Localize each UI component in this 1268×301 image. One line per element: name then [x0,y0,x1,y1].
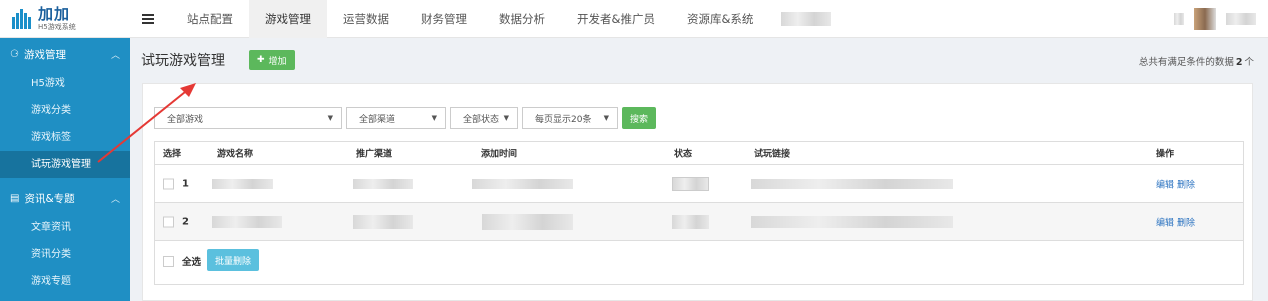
header-status: 状态 [674,149,693,160]
top-nav: 站点配置 游戏管理 运营数据 财务管理 数据分析 开发者&推广员 资源库&系统 [171,0,832,38]
status-select[interactable]: 全部状态 ▼ [450,107,518,129]
sidebar-item-game-topics[interactable]: 游戏专题 [0,268,130,295]
row-actions: 编辑 删除 [1156,215,1198,228]
sidebar-item-h5-games[interactable]: H5游戏 [0,70,130,97]
channel-select-value: 全部渠道 [359,114,396,125]
header-added-time: 添加时间 [481,149,518,160]
user-area [1174,8,1256,30]
gamepad-icon: ⚆ [10,48,19,60]
channel-redacted [353,178,413,189]
filter-bar: 全部游戏 ▼ 全部渠道 ▼ 全部状态 ▼ 每页显示20条 ▼ 搜索 [154,107,657,129]
row-checkbox[interactable] [163,178,174,189]
caret-down-icon: ▼ [327,114,333,122]
edit-link[interactable]: 编辑 [1156,218,1174,228]
table-row: 1 编辑 删除 [155,165,1243,203]
document-icon: ▤ [10,192,20,204]
sidebar-group-label: 游戏管理 [23,48,66,61]
select-all-checkbox[interactable] [163,256,174,267]
result-count-suffix: 个 [1244,57,1254,68]
sidebar-group-label: 资讯&专题 [24,192,75,205]
result-count-value: 2 [1235,57,1243,68]
row-actions: 编辑 删除 [1156,177,1198,190]
sidebar-item-trial-games[interactable]: 试玩游戏管理 [0,151,130,178]
plus-icon: ✚ [257,55,265,65]
result-count-prefix: 总共有满足条件的数据 [1138,57,1234,68]
username-redacted[interactable] [1226,13,1256,25]
trial-link-redacted[interactable] [751,215,953,228]
status-redacted[interactable] [672,214,709,229]
logo-title: 加加 [38,4,71,23]
row-index: 1 [182,178,189,189]
nav-item-resources-system[interactable]: 资源库&系统 [671,0,769,38]
row-index: 2 [182,216,189,227]
table-row: 2 编辑 删除 [155,203,1243,241]
header-actions: 操作 [1156,149,1175,160]
status-redacted[interactable] [672,176,709,191]
trial-link-redacted[interactable] [751,178,953,189]
row-checkbox[interactable] [163,216,174,227]
game-select[interactable]: 全部游戏 ▼ [154,107,342,129]
time-redacted [472,178,573,189]
game-name-redacted [212,215,282,228]
menu-toggle-icon[interactable] [142,13,154,24]
caret-down-icon: ▼ [431,114,437,122]
logo-icon [12,8,32,29]
nav-item-finance[interactable]: 财务管理 [405,0,483,38]
bulk-delete-button[interactable]: 批量删除 [207,249,260,271]
caret-down-icon: ▼ [603,114,609,122]
channel-select[interactable]: 全部渠道 ▼ [346,107,446,129]
sidebar-item-game-category[interactable]: 游戏分类 [0,97,130,124]
sidebar-group-game-management[interactable]: ⚆ 游戏管理 ︿ [0,38,130,70]
trial-games-table: 选择 游戏名称 推广渠道 添加时间 状态 试玩链接 操作 1 编辑 删除 2 编… [154,141,1244,285]
select-all-label[interactable]: 全选 [182,254,201,268]
main-content: 试玩游戏管理 ✚ 增加 总共有满足条件的数据 2 个 全部游戏 ▼ 全部渠道 ▼ 全部状… [141,38,1268,301]
channel-redacted [353,214,413,229]
sidebar-item-articles[interactable]: 文章资讯 [0,214,130,241]
page-title: 试玩游戏管理 [141,53,225,69]
table-header: 选择 游戏名称 推广渠道 添加时间 状态 试玩链接 操作 [155,142,1243,165]
header-game-name: 游戏名称 [217,149,254,160]
edit-link[interactable]: 编辑 [1156,180,1174,190]
time-redacted [482,213,573,230]
sidebar-group-news-topics[interactable]: ▤ 资讯&专题 ︿ [0,182,130,214]
top-bar: 加加 H5游戏系统 站点配置 游戏管理 运营数据 财务管理 数据分析 开发者&推… [0,0,1268,38]
caret-down-icon: ▼ [503,114,509,122]
add-button[interactable]: ✚ 增加 [249,50,295,70]
status-select-value: 全部状态 [463,114,500,125]
delete-link[interactable]: 删除 [1177,180,1195,190]
game-name-redacted [212,178,273,189]
header-trial-link: 试玩链接 [754,149,791,160]
nav-item-game-management[interactable]: 游戏管理 [249,0,327,38]
per-page-select-value: 每页显示20条 [535,114,592,125]
notification-redacted[interactable] [1174,13,1184,25]
logo[interactable]: 加加 H5游戏系统 [0,0,130,38]
result-count: 总共有满足条件的数据 2 个 [1139,54,1254,68]
chevron-up-icon: ︿ [110,194,120,205]
logo-subtitle: H5游戏系统 [38,22,76,31]
search-button[interactable]: 搜索 [622,107,657,129]
chevron-up-icon: ︿ [110,50,120,61]
avatar[interactable] [1194,8,1216,30]
sidebar-item-news-category[interactable]: 资讯分类 [0,241,130,268]
nav-item-redacted[interactable] [781,11,832,26]
sidebar-item-game-tags[interactable]: 游戏标签 [0,124,130,151]
header-channel: 推广渠道 [356,149,393,160]
header-select: 选择 [163,149,182,160]
content-panel: 全部游戏 ▼ 全部渠道 ▼ 全部状态 ▼ 每页显示20条 ▼ 搜索 选择 游戏名称 推广… [142,83,1253,301]
nav-item-operation-data[interactable]: 运营数据 [327,0,405,38]
delete-link[interactable]: 删除 [1177,218,1195,228]
nav-item-data-analysis[interactable]: 数据分析 [483,0,561,38]
bulk-actions-row: 全选 批量删除 [155,241,1243,285]
game-select-value: 全部游戏 [167,114,204,125]
add-button-label: 增加 [268,56,287,67]
nav-item-site-config[interactable]: 站点配置 [171,0,249,38]
nav-item-developer-promoter[interactable]: 开发者&推广员 [561,0,671,38]
per-page-select[interactable]: 每页显示20条 ▼ [522,107,618,129]
sidebar: ⚆ 游戏管理 ︿ H5游戏 游戏分类 游戏标签 试玩游戏管理 ▤ 资讯&专题 ︿… [0,38,130,301]
